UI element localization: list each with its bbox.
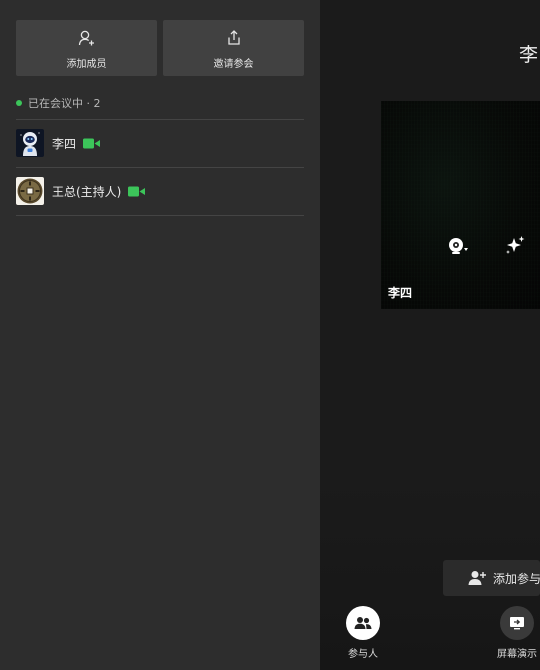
add-member-label: 添加成员: [66, 59, 107, 70]
screen-share-label: 屏幕演示: [497, 649, 537, 660]
online-dot-icon: [16, 100, 22, 106]
meeting-status: 已在会议中 · 2: [16, 96, 101, 110]
stage-title: 李: [519, 44, 539, 66]
add-person-icon: [78, 30, 94, 46]
member-name: 李四: [52, 136, 77, 151]
coin-avatar: [16, 177, 44, 205]
member-name: 王总(主持人): [52, 184, 122, 199]
camera-switch-icon[interactable]: [447, 235, 471, 257]
share-icon: [227, 30, 240, 45]
beauty-effect-icon[interactable]: [503, 234, 527, 256]
astronaut-avatar: [16, 129, 44, 157]
member-item[interactable]: 王总(主持人): [16, 168, 304, 214]
invite-label: 邀请参会: [213, 59, 254, 70]
add-member-button[interactable]: 添加成员: [16, 20, 157, 76]
add-participant-label: 添加参与: [493, 571, 540, 586]
screen-share-button[interactable]: 屏幕演示: [495, 606, 539, 660]
video-tile-name: 李四: [388, 286, 413, 300]
invite-button[interactable]: 邀请参会: [163, 20, 304, 76]
screen-share-icon: [500, 606, 534, 640]
participants-label: 参与人: [348, 649, 378, 660]
participants-icon: [346, 606, 380, 640]
camera-on-icon: [83, 138, 101, 148]
participants-panel: 添加成员 邀请参会 已在会议中 · 2 李四 王总(主持人): [0, 0, 320, 670]
divider: [16, 215, 304, 216]
meeting-status-text: 已在会议中 · 2: [28, 97, 101, 110]
camera-on-icon: [128, 186, 146, 196]
participants-button[interactable]: 参与人: [343, 606, 383, 660]
add-participant-button[interactable]: 添加参与: [443, 560, 540, 596]
video-tile[interactable]: 李四: [381, 101, 540, 309]
video-feed: [381, 101, 540, 309]
member-item[interactable]: 李四: [16, 120, 304, 166]
add-person-icon: [468, 571, 486, 585]
